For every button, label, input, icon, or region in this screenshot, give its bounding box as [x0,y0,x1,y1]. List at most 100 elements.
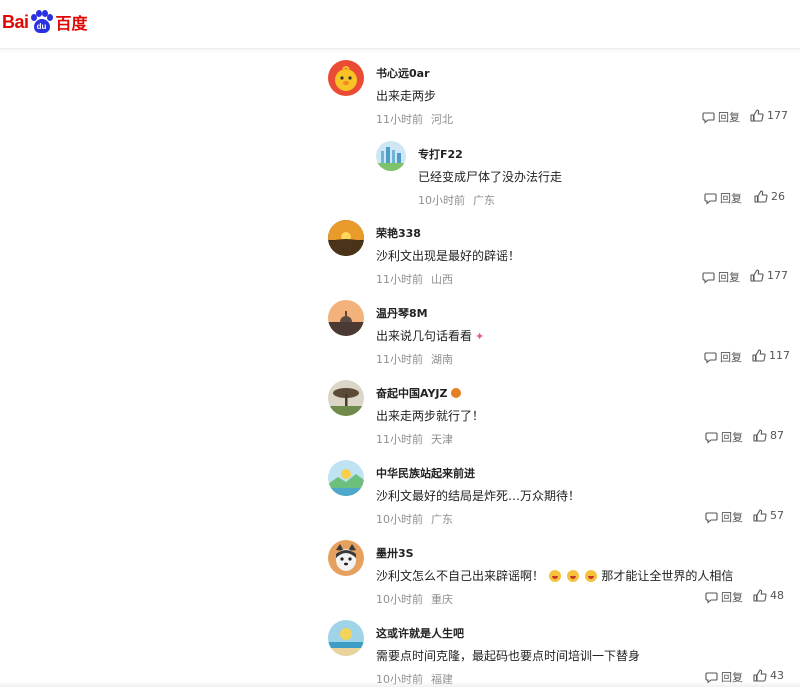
comment-meta: 11小时前 湖南 [376,351,453,367]
reply-button[interactable]: 回复 [704,190,742,206]
reply-label: 回复 [720,192,742,205]
comment-time: 11小时前 [376,113,423,126]
like-count: 177 [767,109,788,122]
like-button[interactable]: 26 [754,190,785,203]
reply-button[interactable]: 回复 [705,509,743,525]
thumbs-up-icon [750,109,764,122]
like-button[interactable]: 48 [753,589,784,602]
beach-avatar[interactable] [328,620,364,656]
comment-username[interactable]: 中华民族站起来前进 [376,465,475,481]
comment-bubble-icon [705,511,718,524]
dog-avatar[interactable] [328,540,364,576]
comment-location: 河北 [431,113,453,126]
city-avatar[interactable] [376,141,406,171]
comment-text: 沙利文怎么不自己出来辟谣啊！ 那才能让全世界的人相信 [376,569,734,583]
comment-item: 这或许就是人生吧 需要点时间克隆，最起码也要点时间培训一下替身 10小时前 福建 … [328,620,788,690]
comment-bubble-icon [704,192,717,205]
laughing-emoji-icon [566,570,579,582]
top-bar: Bai du 百度 [0,0,800,49]
paw-icon: du [30,10,54,34]
sunset-avatar[interactable] [328,220,364,256]
comment-text: 需要点时间克隆，最起码也要点时间培训一下替身 [376,649,641,663]
comment-bubble-icon [702,271,715,284]
comment-meta: 11小时前 河北 [376,111,453,127]
reply-label: 回复 [720,351,742,364]
reply-label: 回复 [721,511,743,524]
comment-text: 出来走两步就行了！ [376,409,485,423]
reply-button[interactable]: 回复 [702,269,740,285]
baidu-logo[interactable]: Bai du 百度 [2,10,88,34]
thumbs-up-icon [752,349,766,362]
comment-time: 11小时前 [376,353,423,366]
reply-label: 回复 [721,591,743,604]
chick-avatar[interactable] [328,60,364,96]
reply-label: 回复 [721,431,743,444]
comment-meta: 10小时前 重庆 [376,591,453,607]
tree-avatar[interactable] [328,380,364,416]
comment-meta: 11小时前 山西 [376,271,453,287]
comment-location: 重庆 [431,593,453,606]
reply-item: 专打F22 已经变成尸体了没办法行走 10小时前 广东 回复 26 [376,141,788,211]
logo-text-cn: 百度 [55,14,88,33]
thumbs-up-icon [753,429,767,442]
like-button[interactable]: 117 [752,349,790,362]
comment-item: 荣艳338 沙利文出现是最好的辟谣！ 11小时前 山西 回复 177 [328,220,788,290]
comment-username[interactable]: 这或许就是人生吧 [376,625,464,641]
like-button[interactable]: 87 [753,429,784,442]
comment-bubble-icon [702,111,715,124]
comment-username[interactable]: 墨卅3S [376,545,414,561]
like-count: 177 [767,269,788,282]
comment-item: 墨卅3S 沙利文怎么不自己出来辟谣啊！ 那才能让全世界的人相信 10小时前 重庆 … [328,540,788,610]
comment-location: 湖南 [431,353,453,366]
like-count: 87 [770,429,784,442]
like-count: 26 [771,190,785,203]
thumbs-up-icon [753,589,767,602]
level-badge-icon [450,388,461,398]
comment-item: 书心远0ar 出来走两步 11小时前 河北 回复 177 [328,60,788,130]
comment-text: 已经变成尸体了没办法行走 [418,170,563,184]
comment-text: 出来走两步 [376,89,437,103]
comment-time: 10小时前 [418,194,465,207]
logo-text-bai: Bai [2,11,29,32]
comment-location: 广东 [473,194,495,207]
comment-text: 出来说几句话看看 ✦ [376,329,485,343]
like-button[interactable]: 57 [753,509,784,522]
reply-button[interactable]: 回复 [705,429,743,445]
laughing-emoji-icon [548,570,561,582]
comment-meta: 10小时前 广东 [418,192,495,208]
like-button[interactable]: 177 [750,109,788,122]
reply-button[interactable]: 回复 [704,349,742,365]
comment-item: 中华民族站起来前进 沙利文最好的结局是炸死…万众期待！ 10小时前 广东 回复 5… [328,460,788,530]
reply-button[interactable]: 回复 [705,589,743,605]
comment-username[interactable]: 奋起中国AYJZ [376,385,461,401]
comment-username[interactable]: 温丹琴8M [376,305,428,321]
landscape-avatar[interactable] [328,460,364,496]
comment-username[interactable]: 荣艳338 [376,225,421,241]
comment-location: 广东 [431,513,453,526]
laughing-emoji-icon [584,570,597,582]
comment-time: 11小时前 [376,433,423,446]
comment-meta: 10小时前 广东 [376,511,453,527]
comment-username[interactable]: 专打F22 [418,146,463,162]
comment-text: 沙利文最好的结局是炸死…万众期待！ [376,489,581,503]
reply-label: 回复 [718,271,740,284]
comment-bubble-icon [705,431,718,444]
comment-time: 10小时前 [376,593,423,606]
reply-label: 回复 [718,111,740,124]
comment-meta: 11小时前 天津 [376,431,453,447]
comment-time: 10小时前 [376,513,423,526]
comment-item: 奋起中国AYJZ 出来走两步就行了！ 11小时前 天津 回复 87 [328,380,788,450]
like-count: 57 [770,509,784,522]
bottom-scroll-shadow [0,681,800,687]
comment-text: 沙利文出现是最好的辟谣！ [376,249,521,263]
reply-button[interactable]: 回复 [702,109,740,125]
thumbs-up-icon [750,269,764,282]
sparkle-emoji-icon: ✦ [475,330,485,343]
comment-time: 11小时前 [376,273,423,286]
dome-avatar[interactable] [328,300,364,336]
comment-username[interactable]: 书心远0ar [376,65,430,81]
like-button[interactable]: 177 [750,269,788,282]
logo-text-du: du [33,19,50,33]
like-count: 117 [769,349,790,362]
comment-location: 天津 [431,433,453,446]
